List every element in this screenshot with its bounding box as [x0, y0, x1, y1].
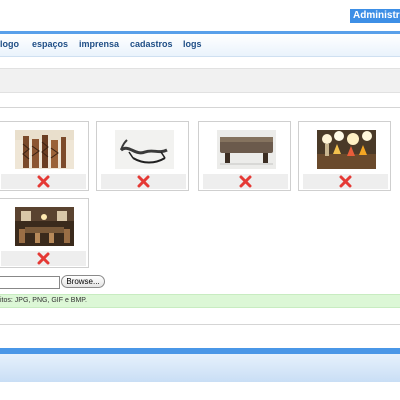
footer — [0, 354, 400, 382]
accepted-formats-notice: itos: JPG, PNG, GIF e BMP. — [0, 294, 400, 308]
red-x-delete-icon — [37, 175, 50, 188]
image-thumbnail-4[interactable] — [317, 130, 376, 169]
red-x-delete-icon — [137, 175, 150, 188]
image-card — [298, 121, 391, 191]
browse-button[interactable]: Browse... — [61, 275, 105, 288]
main-navigation: logo espaços imprensa cadastros logs — [0, 34, 400, 57]
image-thumbnail-5[interactable] — [15, 207, 74, 246]
image-card — [198, 121, 291, 191]
administration-button[interactable]: Administração — [350, 9, 400, 23]
red-x-delete-icon — [339, 175, 352, 188]
red-x-delete-icon — [239, 175, 252, 188]
image-thumbnail-3[interactable] — [217, 130, 276, 169]
nav-item-imprensa[interactable]: imprensa — [79, 39, 119, 49]
delete-image-button[interactable] — [1, 251, 86, 266]
accepted-formats-text: itos: JPG, PNG, GIF e BMP. — [0, 297, 88, 304]
nav-item-cadastros[interactable]: cadastros — [130, 39, 173, 49]
red-x-delete-icon — [37, 252, 50, 265]
top-bar: Administração — [0, 0, 400, 33]
image-card — [0, 198, 89, 268]
delete-image-button[interactable] — [303, 174, 388, 189]
nav-item-espacos[interactable]: espaços — [32, 39, 68, 49]
file-path-input[interactable] — [0, 276, 60, 289]
image-card — [0, 121, 89, 191]
toolbar-strip — [0, 68, 400, 93]
delete-image-button[interactable] — [101, 174, 186, 189]
nav-item-logo[interactable]: logo — [0, 39, 19, 49]
image-thumbnail-1[interactable] — [15, 130, 74, 169]
delete-image-button[interactable] — [1, 174, 86, 189]
nav-item-logs[interactable]: logs — [183, 39, 202, 49]
image-card — [96, 121, 189, 191]
image-thumbnail-2[interactable] — [115, 130, 174, 169]
delete-image-button[interactable] — [203, 174, 288, 189]
